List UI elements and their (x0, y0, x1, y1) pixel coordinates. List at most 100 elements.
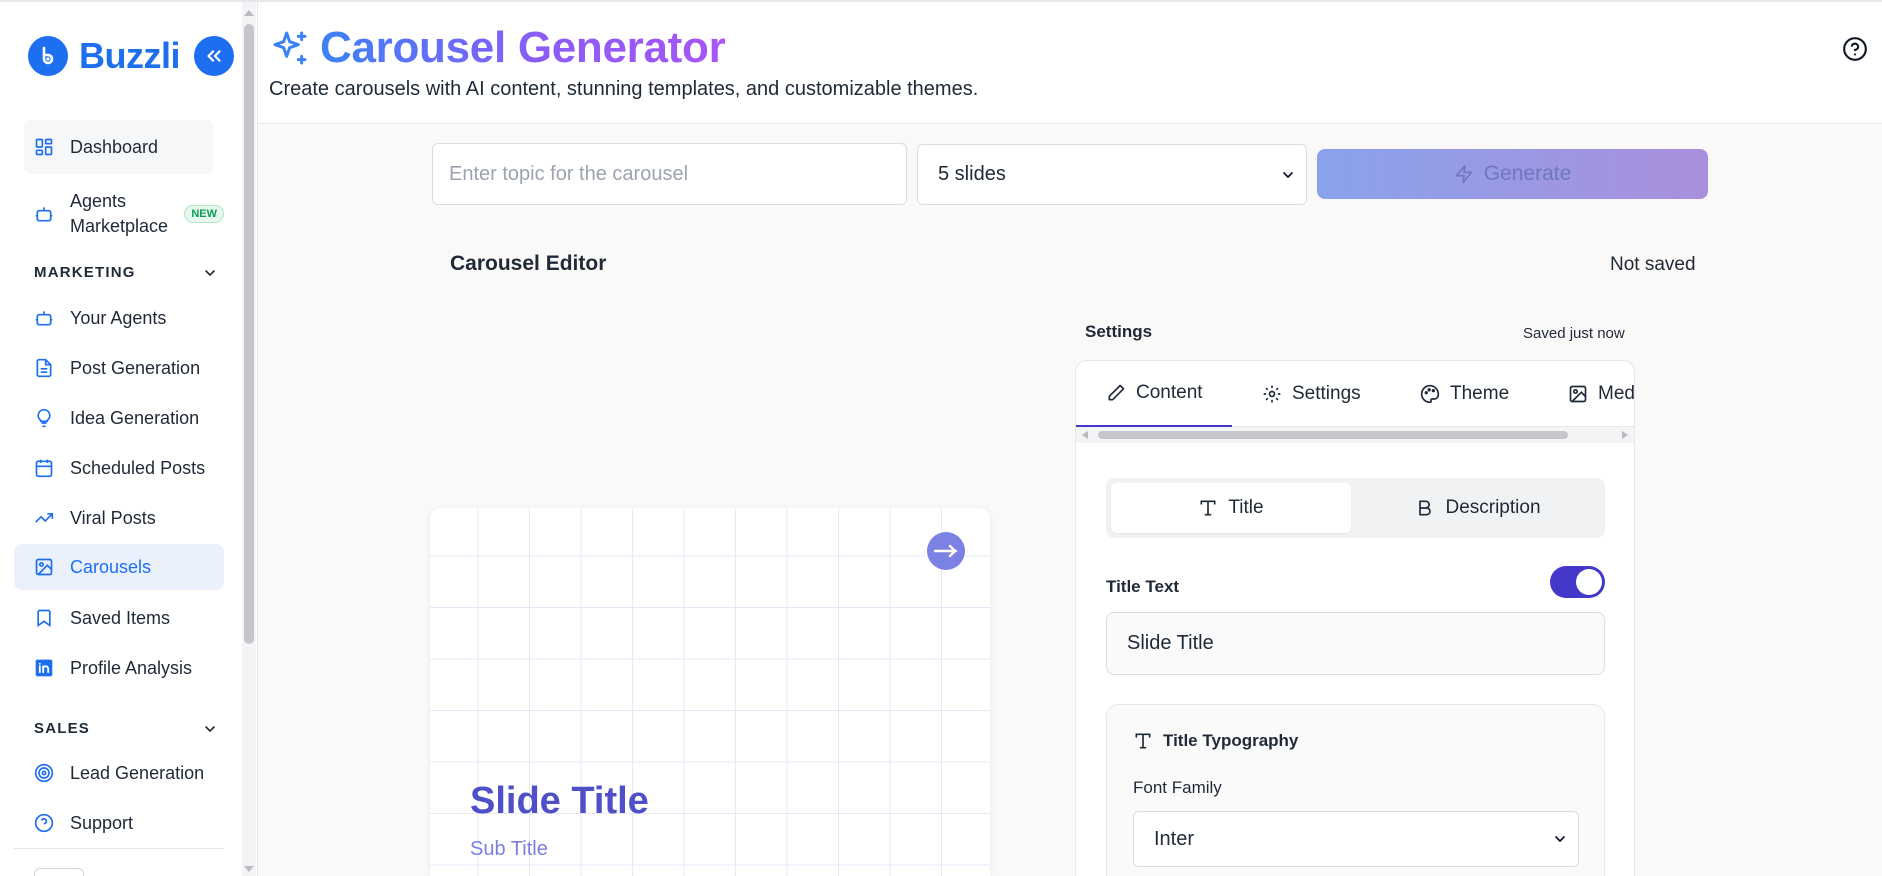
sidebar-footer-control[interactable] (34, 868, 84, 876)
bot-icon (34, 308, 54, 328)
sidebar-item-label: Post Generation (70, 357, 201, 378)
bold-icon (1419, 500, 1432, 516)
chevron-down-icon (1283, 171, 1293, 178)
segment-title-button[interactable]: Title (1111, 483, 1351, 533)
type-icon (1200, 500, 1216, 516)
sidebar-item-carousels[interactable]: Carousels (14, 544, 224, 590)
dashboard-icon (34, 137, 54, 157)
settings-panel-label: Settings (1085, 322, 1153, 341)
chevron-down-icon (205, 269, 215, 276)
save-status: Not saved (1610, 254, 1696, 275)
sidebar-item-label: Idea Generation (70, 407, 200, 428)
sales-section-label: SALES (34, 720, 91, 737)
sidebar-item-label: Viral Posts (70, 507, 156, 528)
segment-description-button[interactable]: Description (1356, 483, 1600, 533)
title-text-label: Title Text (1106, 577, 1180, 596)
title-text-toggle[interactable] (1550, 566, 1605, 598)
sidebar-item-profile-analysis[interactable]: Profile Analysis (14, 645, 224, 691)
page-title: Carousel Generator (320, 23, 726, 72)
buzzli-logo-icon (28, 36, 68, 76)
slide-count-select[interactable]: 5 slides (917, 144, 1307, 205)
scroll-up-arrow-icon[interactable] (243, 8, 255, 18)
page-title-row: Carousel Generator (270, 23, 726, 73)
sidebar-item-scheduled-posts[interactable]: Scheduled Posts (14, 445, 224, 491)
help-circle-icon (34, 813, 54, 833)
sidebar-item-post-generation[interactable]: Post Generation (14, 345, 224, 391)
generate-button[interactable]: Generate (1317, 149, 1708, 199)
sidebar-item-label: Saved Items (70, 607, 171, 628)
topic-input[interactable] (432, 143, 907, 205)
sidebar-item-label: Support (70, 812, 134, 833)
collapse-sidebar-button[interactable] (194, 36, 234, 76)
font-family-label: Font Family (1133, 778, 1222, 797)
settings-panel: Content Settings Theme Med Title Descrip… (1075, 360, 1635, 876)
sidebar-item-your-agents[interactable]: Your Agents (14, 295, 224, 341)
sidebar-item-idea-generation[interactable]: Idea Generation (14, 395, 224, 441)
scroll-down-arrow-icon[interactable] (243, 864, 255, 874)
gear-icon (1263, 385, 1281, 403)
sales-section-header[interactable]: SALES (34, 720, 218, 737)
scroll-left-arrow-icon[interactable] (1080, 430, 1090, 440)
sidebar-item-lead-generation[interactable]: Lead Generation (14, 750, 224, 796)
generate-button-label: Generate (1483, 162, 1572, 185)
tab-content[interactable]: Content (1076, 361, 1232, 427)
sidebar-item-saved-items[interactable]: Saved Items (14, 595, 224, 641)
title-text-input[interactable] (1106, 612, 1605, 675)
sidebar-item-support[interactable]: Support (14, 800, 224, 846)
sidebar-item-viral-posts[interactable]: Viral Posts (14, 495, 224, 541)
marketing-section-label: MARKETING (34, 264, 136, 281)
tabs-scrollbar-thumb[interactable] (1098, 431, 1568, 439)
page-subtitle: Create carousels with AI content, stunni… (269, 78, 979, 100)
carousel-editor-title: Carousel Editor (450, 252, 607, 275)
pencil-icon (1108, 384, 1125, 401)
slide-preview[interactable]: Slide Title Sub Title (430, 508, 990, 876)
help-circle-icon[interactable] (1842, 36, 1868, 62)
slide-title[interactable]: Slide Title (470, 780, 649, 823)
calendar-icon (34, 458, 54, 478)
sidebar-item-label: Scheduled Posts (70, 457, 206, 478)
sidebar-item-agents-marketplace[interactable]: Agents Marketplace NEW (14, 184, 224, 244)
tab-label: Settings (1292, 383, 1361, 404)
lightbulb-icon (34, 408, 54, 428)
brand-logo[interactable]: Buzzli (28, 35, 181, 77)
segment-label: Title (1228, 497, 1264, 518)
arrow-right-icon (933, 544, 958, 558)
sidebar-item-label: Lead Generation (70, 762, 205, 783)
slide-count-value: 5 slides (938, 163, 1006, 185)
chevron-down-icon (205, 725, 215, 732)
tab-settings[interactable]: Settings (1262, 361, 1361, 427)
sparkles-icon (273, 31, 307, 65)
tabs-horizontal-scrollbar[interactable] (1076, 427, 1634, 443)
sidebar-item-label: Profile Analysis (70, 657, 193, 678)
tab-label: Content (1136, 382, 1203, 403)
sidebar-item-dashboard[interactable]: Dashboard (24, 120, 214, 174)
target-icon (34, 763, 54, 783)
settings-tabs: Content Settings Theme Med (1076, 361, 1635, 427)
next-slide-button[interactable] (927, 532, 965, 570)
font-family-select[interactable]: Inter (1133, 811, 1579, 867)
sidebar-item-label: Carousels (70, 556, 152, 577)
marketing-section-header[interactable]: MARKETING (34, 264, 218, 281)
zap-icon (1455, 164, 1473, 184)
sidebar-scrollbar-thumb[interactable] (244, 24, 254, 644)
typography-heading-label: Title Typography (1163, 731, 1299, 750)
sidebar-item-label: Agents Marketplace (70, 191, 169, 236)
sidebar-item-label: Dashboard (70, 136, 159, 157)
tab-label: Med (1598, 383, 1635, 404)
scroll-right-arrow-icon[interactable] (1620, 430, 1630, 440)
tab-theme[interactable]: Theme (1420, 361, 1509, 427)
new-badge: NEW (184, 205, 224, 223)
title-typography-heading: Title Typography (1133, 731, 1298, 751)
chevrons-left-icon (207, 50, 221, 62)
sidebar-divider (14, 848, 224, 849)
trending-up-icon (34, 508, 54, 528)
slide-subtitle[interactable]: Sub Title (470, 838, 548, 861)
tab-media[interactable]: Med (1568, 361, 1635, 427)
type-icon (1135, 733, 1151, 749)
toggle-knob (1576, 569, 1602, 595)
title-typography-card: Title Typography Font Family Inter (1106, 704, 1605, 876)
image-icon (34, 557, 54, 577)
sidebar-item-label: Your Agents (70, 307, 167, 328)
tab-label: Theme (1450, 383, 1510, 404)
page-header: Carousel Generator Create carousels with… (258, 0, 1882, 124)
